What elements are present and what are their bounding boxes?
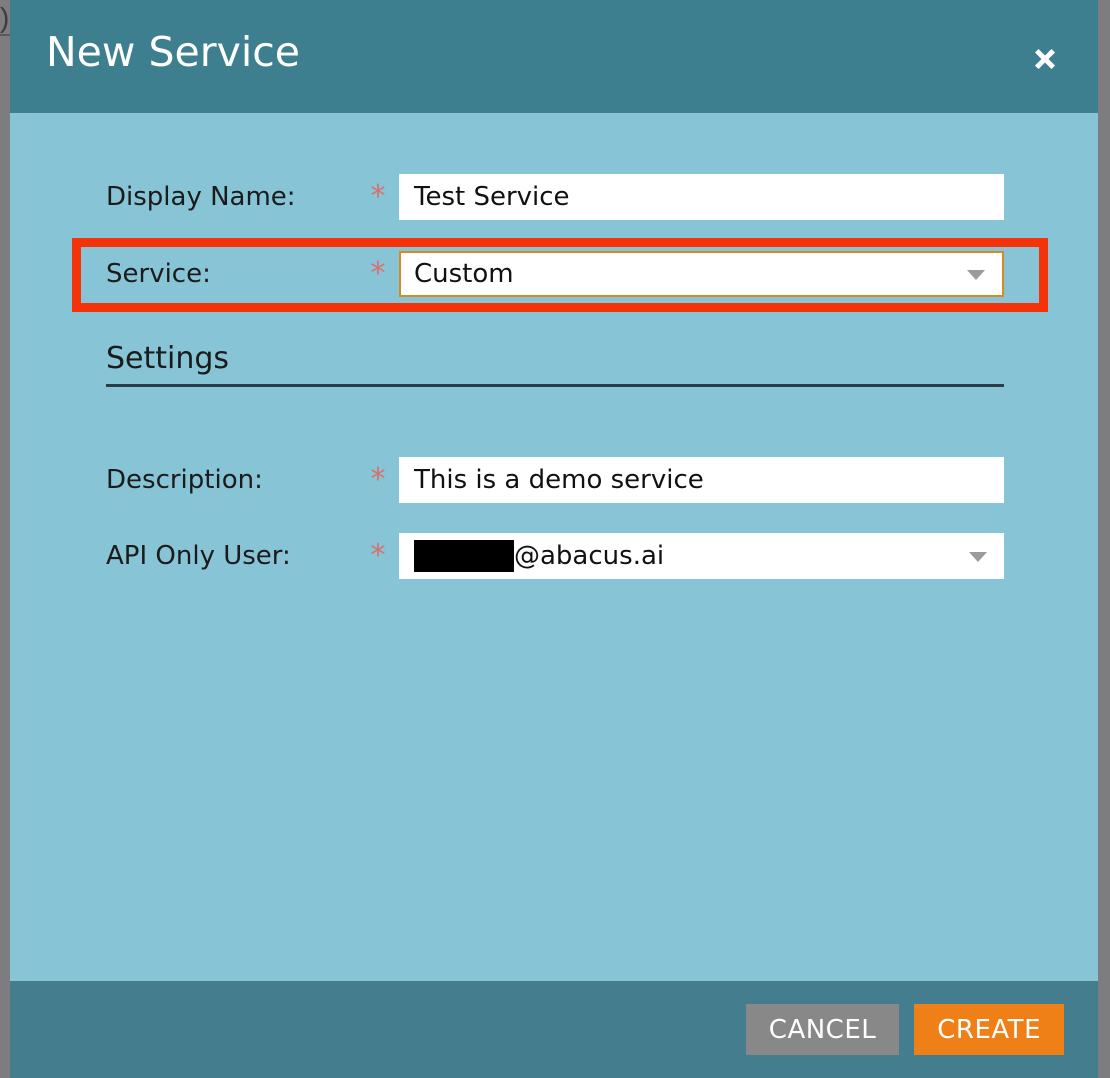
new-service-modal: New Service Display Name: * Test Service…: [10, 0, 1098, 1078]
redaction-bar: [414, 540, 514, 572]
field-row-description: Description: * This is a demo service: [10, 457, 1098, 503]
create-button[interactable]: CREATE: [914, 1004, 1064, 1055]
field-row-service: Service: * Custom: [10, 251, 1098, 297]
settings-section-title: Settings: [106, 341, 230, 376]
page-root: ) New Service Display Name: * Test Servi…: [0, 0, 1110, 1078]
api-only-user-select[interactable]: @abacus.ai: [399, 533, 1004, 579]
api-only-user-value: @abacus.ai: [399, 540, 664, 572]
description-label: Description:: [106, 465, 263, 495]
api-only-user-required-marker: *: [370, 538, 386, 573]
cancel-button[interactable]: CANCEL: [745, 1004, 900, 1055]
background-glyph-char: ): [0, 2, 10, 33]
description-required-marker: *: [370, 462, 386, 497]
chevron-down-icon: [969, 552, 987, 562]
display-name-required-marker: *: [370, 179, 386, 214]
service-value: Custom: [414, 259, 514, 289]
field-row-api-only-user: API Only User: * @abacus.ai: [10, 533, 1098, 579]
api-only-user-label: API Only User:: [106, 541, 291, 571]
modal-header: New Service: [10, 0, 1098, 113]
chevron-down-icon: [967, 270, 985, 280]
close-icon[interactable]: [1026, 40, 1064, 78]
description-input[interactable]: This is a demo service: [399, 457, 1004, 503]
display-name-label: Display Name:: [106, 182, 296, 212]
service-label: Service:: [106, 259, 211, 289]
display-name-value: Test Service: [414, 182, 570, 212]
description-value: This is a demo service: [414, 465, 704, 495]
page-title: New Service: [46, 28, 300, 76]
field-row-display-name: Display Name: * Test Service: [10, 174, 1098, 220]
settings-section-divider: [106, 384, 1004, 387]
footer-actions: CANCEL CREATE: [745, 1004, 1064, 1055]
modal-body: Display Name: * Test Service Service: * …: [10, 113, 1098, 981]
service-select[interactable]: Custom: [399, 251, 1004, 297]
service-required-marker: *: [370, 256, 386, 291]
settings-section: Settings: [106, 341, 1004, 387]
display-name-input[interactable]: Test Service: [399, 174, 1004, 220]
modal-footer: CANCEL CREATE: [10, 981, 1098, 1078]
api-only-user-value-suffix: @abacus.ai: [514, 541, 665, 571]
